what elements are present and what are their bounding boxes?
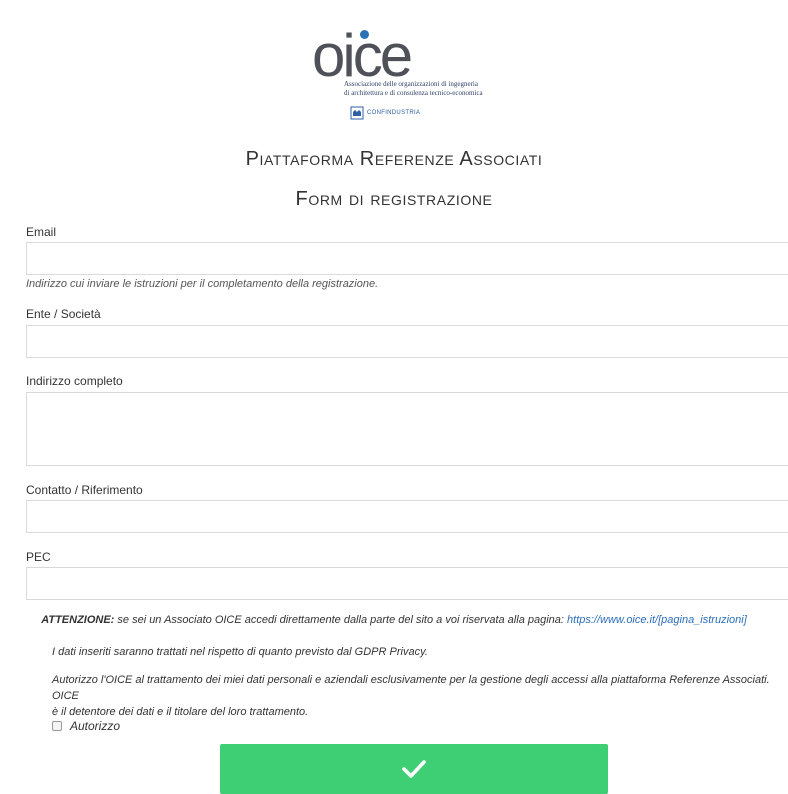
oice-logo: oice Associazione delle organizzazioni d… bbox=[312, 26, 532, 126]
confindustria-icon bbox=[350, 106, 364, 120]
page-title: Piattaforma Referenze Associati bbox=[245, 148, 543, 170]
logo-subtitle-line2: di architettura e di consulenza tecnico-… bbox=[344, 89, 483, 97]
logo-subtitle: Associazione delle organizzazioni di ing… bbox=[344, 80, 483, 98]
consent-text: Autorizzo l'OICE al trattamento dei miei… bbox=[52, 672, 772, 720]
contact-label: Contatto / Riferimento bbox=[26, 483, 143, 497]
authorize-checkbox-label: Autorizzo bbox=[70, 719, 121, 733]
gdpr-text: I dati inseriti saranno trattati nel ris… bbox=[52, 646, 428, 658]
email-label: Email bbox=[26, 225, 57, 239]
authorize-checkbox[interactable] bbox=[52, 721, 62, 731]
pec-input[interactable] bbox=[26, 567, 788, 600]
registration-page: oice Associazione delle organizzazioni d… bbox=[0, 0, 788, 794]
consent-text-line2: è il detentore dei dati e il titolare de… bbox=[52, 706, 309, 718]
attention-notice: ATTENZIONE: se sei un Associato OICE acc… bbox=[0, 614, 788, 626]
address-textarea[interactable] bbox=[26, 392, 788, 466]
email-input[interactable] bbox=[26, 242, 788, 275]
attention-text: se sei un Associato OICE accedi direttam… bbox=[114, 614, 568, 626]
email-help-text: Indirizzo cui inviare le istruzioni per … bbox=[26, 278, 379, 290]
contact-input[interactable] bbox=[26, 500, 788, 533]
authorize-checkbox-row[interactable]: Autorizzo bbox=[52, 719, 120, 733]
instructions-link[interactable]: https://www.oice.it/[pagina_istruzioni] bbox=[567, 614, 747, 626]
page-subtitle: Form di registrazione bbox=[295, 188, 493, 210]
logo-subtitle-line1: Associazione delle organizzazioni di ing… bbox=[344, 80, 478, 88]
logo-dot bbox=[360, 30, 369, 39]
confindustria-label: CONFINDUSTRIA bbox=[367, 110, 421, 116]
consent-text-line1: Autorizzo l'OICE al trattamento dei miei… bbox=[52, 674, 770, 702]
attention-label: ATTENZIONE: bbox=[41, 614, 115, 626]
confindustria-mark: CONFINDUSTRIA bbox=[350, 106, 420, 120]
company-input[interactable] bbox=[26, 325, 788, 358]
address-label: Indirizzo completo bbox=[26, 374, 123, 388]
company-label: Ente / Società bbox=[26, 307, 101, 321]
checkmark-icon bbox=[402, 760, 426, 778]
pec-label: PEC bbox=[26, 550, 51, 564]
